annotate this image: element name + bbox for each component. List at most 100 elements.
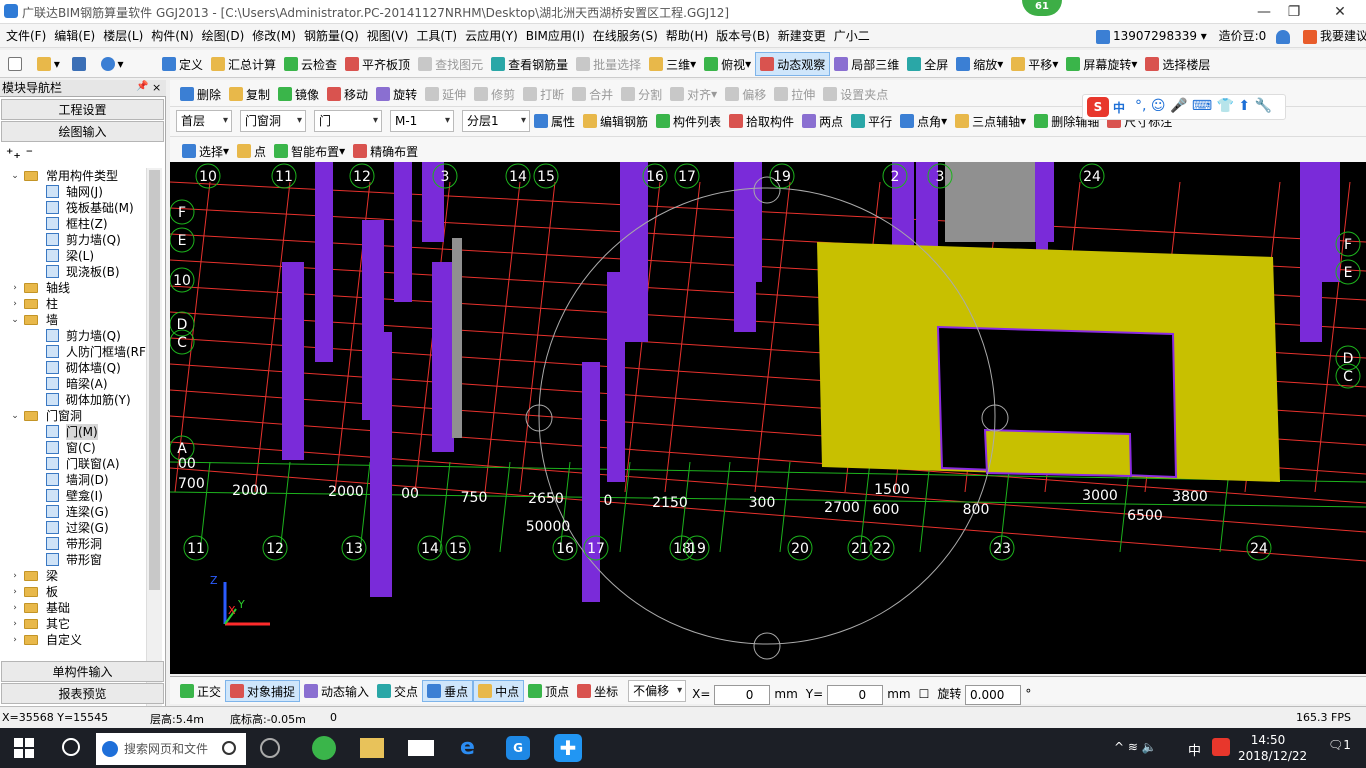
ime-mode[interactable]: 中 [1113, 99, 1125, 116]
column-element[interactable] [432, 262, 454, 452]
tb1-button-4[interactable]: 查找图元 [414, 52, 487, 76]
tb1-dropdown-icon-8[interactable]: ▾ [745, 57, 751, 71]
tb2-button-12[interactable]: 拉伸 [770, 82, 819, 106]
save-button[interactable] [68, 52, 93, 76]
snap-button-2[interactable]: 动态输入 [300, 680, 373, 702]
glodon-icon[interactable]: G [506, 736, 530, 760]
tree-vertical-scrollbar[interactable] [146, 168, 162, 723]
menu-item-13[interactable]: 版本号(B) [712, 24, 774, 48]
tree-item-24[interactable]: 带形窗 [2, 552, 146, 568]
tree-item-17[interactable]: 窗(C) [2, 440, 146, 456]
column-element[interactable] [370, 332, 392, 597]
column-element[interactable] [394, 162, 412, 302]
menu-item-10[interactable]: BIM应用(I) [522, 24, 589, 48]
tree-item-14[interactable]: 砌体加筋(Y) [2, 392, 146, 408]
menu-item-1[interactable]: 编辑(E) [50, 24, 99, 48]
layer-select[interactable]: 分层1 [462, 110, 530, 132]
tb1-button-13[interactable]: 平移 ▾ [1007, 52, 1062, 76]
undo-button[interactable]: ▾ [97, 52, 128, 76]
tree-item-9[interactable]: ⌄ 墙 [2, 312, 146, 328]
offset-select[interactable]: 不偏移 [628, 680, 687, 702]
tb2-button-8[interactable]: 合并 [568, 82, 617, 106]
close-button[interactable]: ✕ [1320, 2, 1360, 22]
cortana-icon[interactable] [62, 738, 80, 756]
snap-button-6[interactable]: 顶点 [524, 680, 573, 702]
open-file-button[interactable]: ▾ [33, 52, 64, 76]
bell-icon[interactable] [1276, 29, 1291, 44]
tree-expander-icon[interactable]: › [10, 632, 20, 648]
tree-item-4[interactable]: 剪力墙(Q) [2, 232, 146, 248]
tree-expander-icon[interactable]: › [10, 616, 20, 632]
orbit-handle-bottom[interactable] [753, 632, 781, 660]
menu-item-14[interactable]: 新建变更 [774, 24, 830, 48]
report-preview-button[interactable]: 报表预览 [1, 683, 164, 704]
restore-button[interactable]: ❐ [1274, 2, 1314, 22]
single-component-input-button[interactable]: 单构件输入 [1, 661, 164, 682]
menu-item-0[interactable]: 文件(F) [2, 24, 50, 48]
tree-item-2[interactable]: 筏板基础(M) [2, 200, 146, 216]
tb1-button-5[interactable]: 查看钢筋量 [487, 52, 572, 76]
tb2-button-1[interactable]: 复制 [225, 82, 274, 106]
tray-icons[interactable]: ^ ≋ 🔈 [1114, 740, 1157, 754]
column-element[interactable] [282, 262, 304, 460]
tb3-button-0[interactable]: 属性 [530, 109, 579, 133]
tree-item-10[interactable]: 剪力墙(Q) [2, 328, 146, 344]
menu-item-3[interactable]: 构件(N) [147, 24, 197, 48]
tb3-button-1[interactable]: 编辑钢筋 [579, 109, 652, 133]
tree-item-6[interactable]: 现浇板(B) [2, 264, 146, 280]
tree-item-16[interactable]: 门(M) [2, 424, 146, 440]
pin-icon[interactable]: 📌 [136, 81, 148, 92]
column-element[interactable] [582, 362, 600, 602]
column-element[interactable] [1322, 162, 1340, 282]
tb1-button-0[interactable]: 定义 [158, 52, 207, 76]
menu-item-12[interactable]: 帮助(H) [662, 24, 712, 48]
tree-expander-icon[interactable]: › [10, 568, 20, 584]
tb3-dropdown-icon-6[interactable]: ▾ [941, 114, 947, 128]
tb1-button-2[interactable]: 云检查 [280, 52, 341, 76]
snap-button-4[interactable]: 垂点 [422, 680, 474, 702]
tb3-button-4[interactable]: 两点 [798, 109, 847, 133]
tb1-dropdown-icon-14[interactable]: ▾ [1131, 57, 1137, 71]
x-input[interactable]: 0 [714, 684, 771, 705]
tb2-button-0[interactable]: 删除 [176, 82, 225, 106]
tree-expander-icon[interactable]: › [10, 584, 20, 600]
tb3-button-7[interactable]: 三点辅轴 ▾ [951, 109, 1030, 133]
notification-center-icon[interactable]: 🗨1 [1328, 738, 1351, 752]
menu-item-8[interactable]: 工具(T) [412, 24, 461, 48]
tb1-button-8[interactable]: 俯视 ▾ [700, 52, 755, 76]
tree-expander-icon[interactable]: › [10, 296, 20, 312]
account-phone[interactable]: 13907298339 [1113, 29, 1197, 43]
tree-item-21[interactable]: 连梁(G) [2, 504, 146, 520]
tree-item-27[interactable]: › 基础 [2, 600, 146, 616]
menu-item-15[interactable]: 广小二 [830, 24, 874, 48]
tb1-button-3[interactable]: 平齐板顶 [341, 52, 414, 76]
tree-item-20[interactable]: 壁龛(I) [2, 488, 146, 504]
tb1-button-15[interactable]: 选择楼层 [1141, 52, 1214, 76]
floor-select[interactable]: 首层 [176, 110, 232, 132]
tb3-button-6[interactable]: 点角 ▾ [896, 109, 951, 133]
tree-item-1[interactable]: 轴网(J) [2, 184, 146, 200]
tb2-button-4[interactable]: 旋转 [372, 82, 421, 106]
expand-all-icon[interactable]: ⁺₊ ⁻ [6, 146, 33, 162]
tb2-button-3[interactable]: 移动 [323, 82, 372, 106]
snap-button-1[interactable]: 对象捕捉 [225, 680, 301, 702]
tree-expander-icon[interactable]: › [10, 600, 20, 616]
snap-button-0[interactable]: 正交 [176, 680, 225, 702]
gray-wall-element[interactable] [945, 162, 1035, 242]
tree-item-15[interactable]: ⌄ 门窗洞 [2, 408, 146, 424]
tb1-button-6[interactable]: 批量选择 [572, 52, 645, 76]
tb2-button-13[interactable]: 设置夹点 [819, 82, 892, 106]
menu-item-2[interactable]: 楼层(L) [99, 24, 147, 48]
tb3-dropdown-icon-7[interactable]: ▾ [1020, 114, 1026, 128]
column-element[interactable] [1300, 162, 1322, 342]
sogou-ime-bar[interactable]: S 中 °, ☺ 🎤 ⌨ 👕 ⬆ 🔧 [1082, 94, 1286, 120]
tb2-button-5[interactable]: 延伸 [421, 82, 470, 106]
column-element[interactable] [750, 162, 762, 282]
tb2-button-2[interactable]: 镜像 [274, 82, 323, 106]
tb4-button-0[interactable]: 选择 ▾ [178, 139, 233, 163]
tb1-dropdown-icon-7[interactable]: ▾ [690, 57, 696, 71]
tb1-dropdown-icon-12[interactable]: ▾ [997, 57, 1003, 71]
model-canvas[interactable]: 10 11 12 3 14 15 16 17 19 2 3 24FE10DCA00700FEDC11 1… [170, 162, 1366, 674]
tb3-button-2[interactable]: 构件列表 [652, 109, 725, 133]
tb1-button-12[interactable]: 缩放 ▾ [952, 52, 1007, 76]
